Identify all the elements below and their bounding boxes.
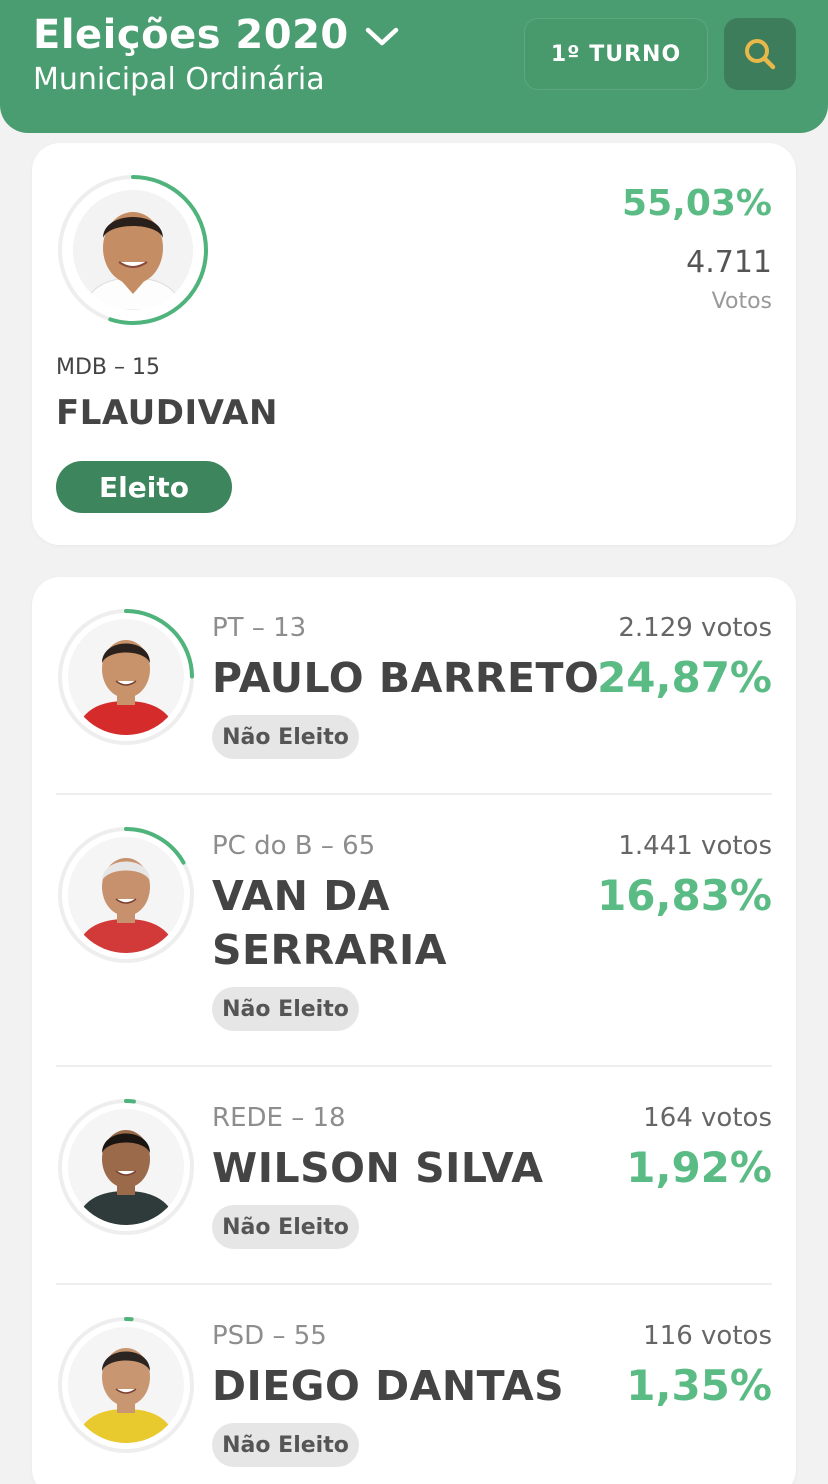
candidate-avatar xyxy=(56,1315,196,1455)
candidate-avatar xyxy=(56,825,196,965)
candidate-name: VAN DA SERRARIA xyxy=(212,869,447,977)
candidate-name: DIEGO DANTAS xyxy=(212,1359,564,1413)
person-photo-icon xyxy=(68,837,184,953)
candidate-name: WILSON SILVA xyxy=(212,1141,544,1195)
candidate-avatar xyxy=(56,607,196,747)
candidate-party: PC do B – 65 xyxy=(212,831,376,861)
search-icon xyxy=(745,39,776,70)
candidate-name: PAULO BARRETO xyxy=(212,651,599,705)
person-photo-icon xyxy=(68,1327,184,1443)
search-button[interactable] xyxy=(724,18,796,90)
winner-votes: 4.711 xyxy=(686,245,772,280)
row-divider xyxy=(56,1065,772,1067)
avatar xyxy=(68,1327,184,1443)
candidate-percent: 16,83% xyxy=(597,871,772,920)
page-title[interactable]: Eleições 2020 xyxy=(33,12,349,58)
app-header: Eleições 2020 Municipal Ordinária 1º TUR… xyxy=(0,0,828,133)
candidate-name-line: SERRARIA xyxy=(212,926,447,974)
candidate-avatar xyxy=(56,1097,196,1237)
candidate-party: PT – 13 xyxy=(212,613,307,643)
not-elected-badge: Não Eleito xyxy=(212,1423,359,1467)
row-divider xyxy=(56,793,772,795)
election-subtitle: Municipal Ordinária xyxy=(33,62,325,97)
row-divider xyxy=(56,1283,772,1285)
candidate-row[interactable]: PC do B – 65 VAN DA SERRARIA Não Eleito 1.44… xyxy=(32,825,796,1097)
candidate-percent: 1,35% xyxy=(626,1361,772,1410)
not-elected-badge: Não Eleito xyxy=(212,987,359,1031)
winner-name: FLAUDIVAN xyxy=(56,393,278,433)
not-elected-badge: Não Eleito xyxy=(212,1205,359,1249)
chevron-down-icon[interactable] xyxy=(365,26,399,48)
winner-votes-label: Votos xyxy=(711,289,772,314)
candidate-name-line: WILSON SILVA xyxy=(212,1144,544,1192)
avatar xyxy=(68,837,184,953)
candidate-votes: 2.129 votos xyxy=(618,613,772,643)
candidate-name-line: PAULO BARRETO xyxy=(212,654,600,702)
candidate-votes: 164 votos xyxy=(643,1103,772,1133)
winner-party: MDB – 15 xyxy=(56,355,160,380)
candidate-party: PSD – 55 xyxy=(212,1321,327,1351)
candidate-list: PT – 13 PAULO BARRETO Não Eleito 2.129 voto… xyxy=(32,577,796,1484)
candidate-votes: 116 votos xyxy=(643,1321,772,1351)
person-photo-icon xyxy=(68,1109,184,1225)
avatar xyxy=(68,619,184,735)
election-selector[interactable]: Eleições 2020 xyxy=(33,12,399,58)
winner-percent: 55,03% xyxy=(622,183,772,224)
candidate-party: REDE – 18 xyxy=(212,1103,346,1133)
candidate-row[interactable]: PSD – 55 DIEGO DANTAS Não Eleito 116 votos 1… xyxy=(32,1315,796,1484)
candidate-name-line: VAN DA xyxy=(212,872,391,920)
candidate-percent: 1,92% xyxy=(626,1143,772,1192)
turno-button[interactable]: 1º TURNO xyxy=(524,18,708,90)
elected-badge: Eleito xyxy=(56,461,232,513)
person-photo-icon xyxy=(68,619,184,735)
candidate-name-line: DIEGO DANTAS xyxy=(212,1362,565,1410)
candidate-votes: 1.441 votos xyxy=(618,831,772,861)
winner-card[interactable]: MDB – 15 FLAUDIVAN Eleito 55,03% 4.711 V… xyxy=(32,143,796,545)
winner-avatar xyxy=(56,173,210,327)
not-elected-badge: Não Eleito xyxy=(212,715,359,759)
person-photo-icon xyxy=(73,190,193,310)
avatar xyxy=(73,190,193,310)
avatar xyxy=(68,1109,184,1225)
candidate-percent: 24,87% xyxy=(597,653,772,702)
